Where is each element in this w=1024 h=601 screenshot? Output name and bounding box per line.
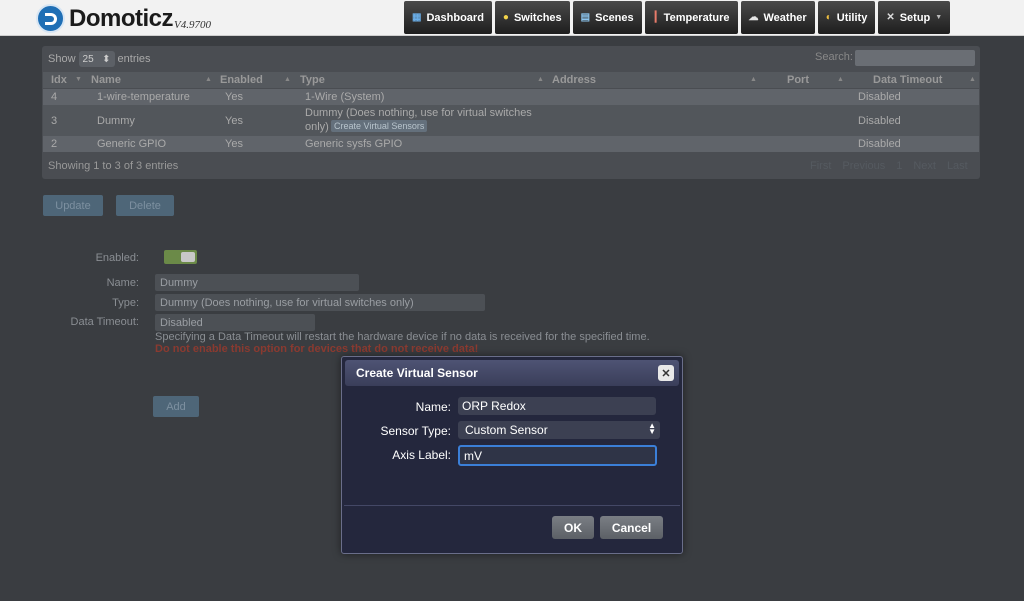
type-select[interactable]: Dummy (Does nothing, use for virtual swi… (155, 294, 485, 311)
cancel-button[interactable]: Cancel (600, 516, 663, 539)
nav-utility[interactable]: ◐ Utility (817, 1, 876, 34)
col-enabled[interactable]: Enabled ▲ (220, 74, 291, 86)
ok-button[interactable]: OK (552, 516, 594, 539)
domoticz-logo[interactable]: Domoticz V4.9700 (36, 4, 211, 33)
col-address[interactable]: Address ▲ (552, 74, 757, 86)
nav-setup[interactable]: ✕ Setup ▼ (878, 1, 951, 34)
table-info: Showing 1 to 3 of 3 entries (48, 160, 179, 172)
nav-switches[interactable]: ● Switches (494, 1, 570, 34)
nav-weather[interactable]: ☁ Weather (740, 1, 815, 34)
table-row[interactable]: 4 1-wire-temperature Yes 1-Wire (System)… (43, 89, 979, 105)
scenes-icon: ▤ (580, 12, 591, 23)
col-type[interactable]: Type ▲ (300, 74, 544, 86)
utility-icon: ◐ (825, 12, 832, 23)
close-icon[interactable]: ✕ (658, 365, 674, 381)
update-button[interactable]: Update (43, 195, 103, 216)
delete-button[interactable]: Delete (116, 195, 174, 216)
dashboard-icon: ▦ (412, 12, 422, 23)
lightbulb-icon: ● (502, 12, 509, 23)
pager-page-1[interactable]: 1 (896, 160, 902, 172)
col-port[interactable]: Port ▲ (787, 74, 844, 86)
search-input[interactable] (855, 50, 975, 66)
timeout-warning: Do not enable this option for devices th… (155, 343, 479, 355)
table-row[interactable]: 2 Generic GPIO Yes Generic sysfs GPIO Di… (43, 136, 979, 152)
top-header: Domoticz V4.9700 ▦ Dashboard ● Switches ▤ S… (0, 0, 1024, 36)
col-name[interactable]: Name ▲ (91, 74, 212, 86)
search-label: Search: (815, 51, 853, 63)
entries-length: Show 25 ⬍ entries (48, 51, 151, 67)
chevron-updown-icon: ▲ ▼ (648, 421, 656, 436)
data-timeout-label: Data Timeout: (70, 316, 139, 328)
pager-next[interactable]: Next (913, 160, 936, 172)
thermometer-icon: ┃ (652, 12, 659, 23)
tools-icon: ✕ (886, 12, 895, 23)
dialog-title: Create Virtual Sensor (356, 366, 478, 380)
chevron-down-icon: ▼ (935, 14, 943, 21)
data-timeout-select[interactable]: Disabled (155, 314, 315, 331)
logo-version: V4.9700 (174, 18, 211, 31)
pager-last[interactable]: Last (947, 160, 968, 172)
sensor-type-select[interactable]: Custom Sensor ▲ ▼ (458, 421, 660, 439)
axis-label-input[interactable]: mV (458, 445, 657, 466)
name-field[interactable]: Dummy (155, 274, 359, 291)
sensor-name-label: Name: (415, 400, 451, 414)
logo-text: Domoticz (69, 4, 174, 32)
nav-temperature[interactable]: ┃ Temperature (644, 1, 738, 34)
main-nav: ▦ Dashboard ● Switches ▤ Scenes ┃ Temperatur… (404, 1, 953, 34)
dialog-title-bar: Create Virtual Sensor ✕ (345, 360, 679, 386)
axis-label-label: Axis Label: (392, 448, 451, 462)
add-button[interactable]: Add (153, 396, 199, 417)
timeout-note: Specifying a Data Timeout will restart t… (155, 331, 650, 343)
pager-previous[interactable]: Previous (842, 160, 885, 172)
entries-select[interactable]: 25 ⬍ (78, 51, 115, 67)
type-label: Type: (112, 297, 139, 309)
create-virtual-sensors-button[interactable]: Create Virtual Sensors (331, 120, 428, 132)
nav-scenes[interactable]: ▤ Scenes (572, 1, 642, 34)
domoticz-logo-icon (36, 4, 65, 33)
col-idx[interactable]: Idx ▼ (51, 74, 82, 86)
dialog-divider (344, 505, 680, 506)
nav-dashboard[interactable]: ▦ Dashboard (404, 1, 492, 34)
enabled-toggle[interactable] (164, 250, 197, 264)
chevron-updown-icon: ⬍ (102, 53, 111, 65)
sensor-type-label: Sensor Type: (380, 424, 452, 438)
pager-first[interactable]: First (810, 160, 831, 172)
table-row[interactable]: 3 Dummy Yes Dummy (Does nothing, use for… (43, 105, 979, 136)
pagination: First Previous 1 Next Last (810, 160, 968, 172)
name-label: Name: (106, 277, 139, 289)
table-header: Idx ▼ Name ▲ Enabled ▲ Type ▲ Address ▲ Port ▲… (43, 72, 979, 88)
cloud-icon: ☁ (748, 12, 759, 23)
enabled-label: Enabled: (95, 252, 139, 264)
sensor-name-input[interactable]: ORP Redox (458, 397, 656, 415)
col-data-timeout[interactable]: Data Timeout ▲ (873, 74, 976, 86)
